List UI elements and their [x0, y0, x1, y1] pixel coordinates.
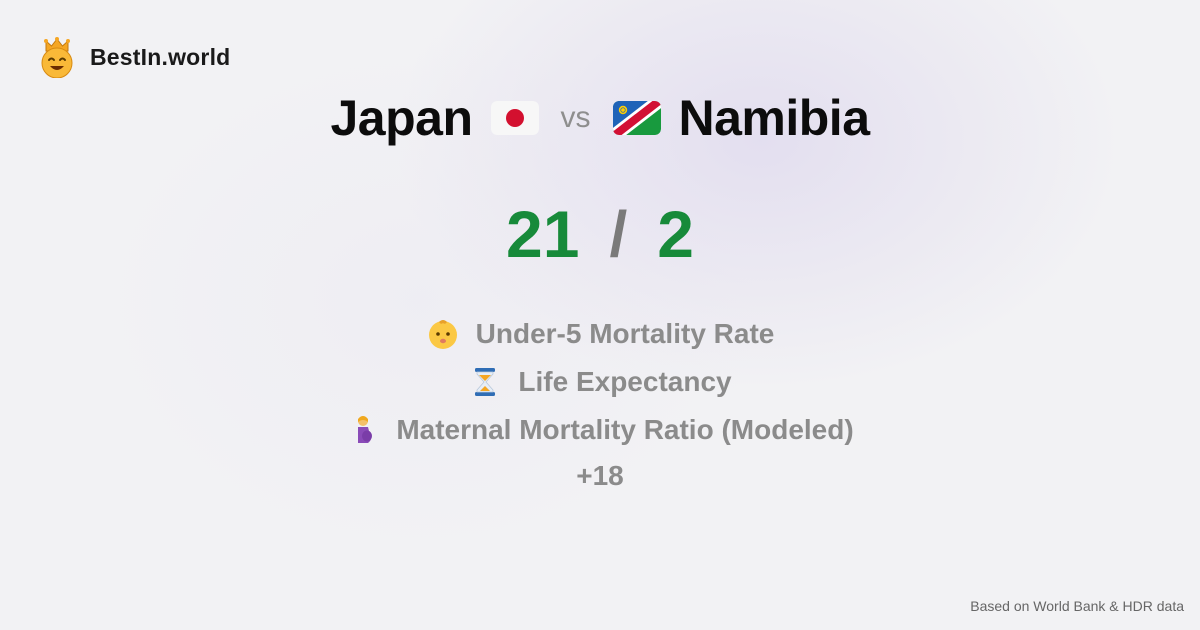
- metric-label: Life Expectancy: [518, 366, 732, 397]
- vs-label: vs: [560, 101, 591, 134]
- left-score: 21: [506, 197, 580, 271]
- brand-name: BestIn.world: [90, 43, 231, 70]
- metric-item: Life Expectancy: [468, 358, 732, 406]
- metric-list: Under-5 Mortality Rate Life Expectancy M…: [0, 310, 1200, 498]
- metric-item: Maternal Mortality Ratio (Modeled): [346, 406, 854, 454]
- data-source-note: Based on World Bank & HDR data: [970, 598, 1184, 614]
- right-country-name: Namibia: [678, 90, 871, 146]
- pregnant-woman-icon: [358, 416, 373, 443]
- hourglass-icon: [475, 368, 496, 396]
- score-separator: /: [609, 198, 628, 270]
- crowned-smiley-icon: [41, 37, 73, 78]
- score: 21 / 2: [0, 196, 1200, 272]
- metric-item: Under-5 Mortality Rate: [426, 310, 775, 358]
- metric-label: Under-5 Mortality Rate: [475, 318, 775, 349]
- more-metrics-count: +18: [576, 460, 624, 491]
- right-score: 2: [657, 197, 694, 271]
- comparison-title: Japan vs Namibia: [0, 86, 1200, 150]
- brand[interactable]: BestIn.world: [38, 36, 230, 78]
- left-country-name: Japan: [330, 90, 473, 146]
- metric-label: Maternal Mortality Ratio (Modeled): [396, 414, 854, 445]
- namibia-flag-icon: [612, 101, 661, 135]
- japan-flag-icon: [490, 101, 539, 135]
- baby-icon: [428, 320, 457, 349]
